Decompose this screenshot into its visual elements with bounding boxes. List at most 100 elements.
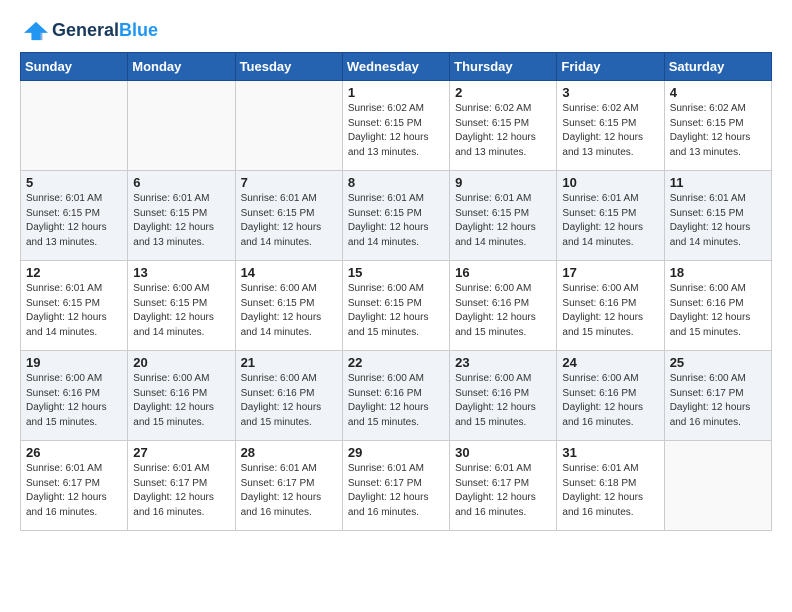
calendar-week-row: 1 Sunrise: 6:02 AM Sunset: 6:15 PM Daylig…	[21, 81, 772, 171]
calendar-day-cell: 1Sunrise: 6:02 AM Sunset: 6:15 PM Daylig…	[342, 81, 449, 171]
calendar-day-cell: 18Sunrise: 6:00 AM Sunset: 6:16 PM Dayli…	[664, 261, 771, 351]
day-info: Sunrise: 6:01 AM Sunset: 6:15 PM Dayligh…	[26, 282, 122, 340]
weekday-header-tuesday: Tuesday	[235, 53, 342, 81]
calendar-day-cell: 29 Sunrise: 6:01 AM Sunset: 6:17 PM Dayli…	[342, 441, 449, 531]
day-number: 29	[348, 445, 444, 460]
calendar-day-cell: 2 Sunrise: 6:02 AM Sunset: 6:15 PM Daylig…	[450, 81, 557, 171]
calendar-day-cell: 7Sunrise: 6:01 AM Sunset: 6:15 PM Daylig…	[235, 171, 342, 261]
day-info: Sunrise: 6:01 AM Sunset: 6:17 PM Dayligh…	[455, 462, 551, 520]
calendar-day-cell: 4 Sunrise: 6:02 AM Sunset: 6:15 PM Daylig…	[664, 81, 771, 171]
calendar-day-cell: 19Sunrise: 6:00 AM Sunset: 6:16 PM Dayli…	[21, 351, 128, 441]
day-number: 7	[241, 175, 337, 190]
day-info: Sunrise: 6:00 AM Sunset: 6:17 PM Dayligh…	[670, 372, 766, 430]
calendar-day-cell: 22 Sunrise: 6:00 AM Sunset: 6:16 PM Dayli…	[342, 351, 449, 441]
day-number: 5	[26, 175, 122, 190]
calendar-day-cell: 9Sunrise: 6:01 AM Sunset: 6:15 PM Daylig…	[450, 171, 557, 261]
day-info: Sunrise: 6:01 AM Sunset: 6:15 PM Dayligh…	[133, 192, 229, 250]
day-info: Sunrise: 6:01 AM Sunset: 6:17 PM Dayligh…	[133, 462, 229, 520]
calendar-day-cell: 15Sunrise: 6:00 AM Sunset: 6:15 PM Dayli…	[342, 261, 449, 351]
day-info: Sunrise: 6:00 AM Sunset: 6:15 PM Dayligh…	[241, 282, 337, 340]
calendar-day-cell	[664, 441, 771, 531]
day-info: Sunrise: 6:00 AM Sunset: 6:16 PM Dayligh…	[26, 372, 122, 430]
day-info: Sunrise: 6:01 AM Sunset: 6:17 PM Dayligh…	[348, 462, 444, 520]
calendar-day-cell: 11Sunrise: 6:01 AM Sunset: 6:15 PM Dayli…	[664, 171, 771, 261]
day-number: 9	[455, 175, 551, 190]
day-number: 2	[455, 85, 551, 100]
calendar-day-cell: 16 Sunrise: 6:00 AM Sunset: 6:16 PM Dayli…	[450, 261, 557, 351]
day-info: Sunrise: 6:00 AM Sunset: 6:15 PM Dayligh…	[133, 282, 229, 340]
calendar-day-cell: 24Sunrise: 6:00 AM Sunset: 6:16 PM Dayli…	[557, 351, 664, 441]
day-number: 21	[241, 355, 337, 370]
calendar-day-cell	[128, 81, 235, 171]
day-number: 3	[562, 85, 658, 100]
calendar-day-cell	[235, 81, 342, 171]
calendar-day-cell: 3 Sunrise: 6:02 AM Sunset: 6:15 PM Daylig…	[557, 81, 664, 171]
day-info: Sunrise: 6:01 AM Sunset: 6:15 PM Dayligh…	[348, 192, 444, 250]
day-number: 10	[562, 175, 658, 190]
day-number: 20	[133, 355, 229, 370]
calendar-week-row: 5 Sunrise: 6:01 AM Sunset: 6:15 PM Daylig…	[21, 171, 772, 261]
calendar-day-cell: 17Sunrise: 6:00 AM Sunset: 6:16 PM Dayli…	[557, 261, 664, 351]
day-number: 14	[241, 265, 337, 280]
day-number: 4	[670, 85, 766, 100]
day-number: 15	[348, 265, 444, 280]
day-info: Sunrise: 6:00 AM Sunset: 6:16 PM Dayligh…	[241, 372, 337, 430]
calendar-day-cell: 6 Sunrise: 6:01 AM Sunset: 6:15 PM Daylig…	[128, 171, 235, 261]
day-info: Sunrise: 6:01 AM Sunset: 6:18 PM Dayligh…	[562, 462, 658, 520]
day-number: 26	[26, 445, 122, 460]
weekday-header-row: SundayMondayTuesdayWednesdayThursdayFrid…	[21, 53, 772, 81]
calendar-day-cell: 23 Sunrise: 6:00 AM Sunset: 6:16 PM Dayli…	[450, 351, 557, 441]
day-info: Sunrise: 6:02 AM Sunset: 6:15 PM Dayligh…	[455, 102, 551, 160]
calendar-day-cell: 12 Sunrise: 6:01 AM Sunset: 6:15 PM Dayli…	[21, 261, 128, 351]
day-number: 17	[562, 265, 658, 280]
day-number: 16	[455, 265, 551, 280]
calendar-week-row: 26 Sunrise: 6:01 AM Sunset: 6:17 PM Dayli…	[21, 441, 772, 531]
day-number: 30	[455, 445, 551, 460]
logo-text: GeneralBlue	[52, 21, 158, 41]
calendar-day-cell: 20 Sunrise: 6:00 AM Sunset: 6:16 PM Dayli…	[128, 351, 235, 441]
weekday-header-saturday: Saturday	[664, 53, 771, 81]
day-number: 12	[26, 265, 122, 280]
day-info: Sunrise: 6:02 AM Sunset: 6:15 PM Dayligh…	[670, 102, 766, 160]
day-info: Sunrise: 6:00 AM Sunset: 6:16 PM Dayligh…	[133, 372, 229, 430]
weekday-header-monday: Monday	[128, 53, 235, 81]
day-number: 23	[455, 355, 551, 370]
calendar-day-cell: 14 Sunrise: 6:00 AM Sunset: 6:15 PM Dayli…	[235, 261, 342, 351]
calendar-day-cell: 31 Sunrise: 6:01 AM Sunset: 6:18 PM Dayli…	[557, 441, 664, 531]
calendar-week-row: 19Sunrise: 6:00 AM Sunset: 6:16 PM Dayli…	[21, 351, 772, 441]
weekday-header-sunday: Sunday	[21, 53, 128, 81]
day-number: 1	[348, 85, 444, 100]
day-number: 11	[670, 175, 766, 190]
day-info: Sunrise: 6:00 AM Sunset: 6:16 PM Dayligh…	[455, 372, 551, 430]
weekday-header-friday: Friday	[557, 53, 664, 81]
calendar-day-cell: 13 Sunrise: 6:00 AM Sunset: 6:15 PM Dayli…	[128, 261, 235, 351]
logo-icon	[22, 20, 50, 42]
logo: GeneralBlue	[20, 20, 158, 42]
calendar-day-cell: 27 Sunrise: 6:01 AM Sunset: 6:17 PM Dayli…	[128, 441, 235, 531]
calendar-day-cell: 5Sunrise: 6:01 AM Sunset: 6:15 PM Daylig…	[21, 171, 128, 261]
day-number: 6	[133, 175, 229, 190]
day-info: Sunrise: 6:01 AM Sunset: 6:15 PM Dayligh…	[562, 192, 658, 250]
day-number: 8	[348, 175, 444, 190]
day-info: Sunrise: 6:00 AM Sunset: 6:16 PM Dayligh…	[455, 282, 551, 340]
day-number: 27	[133, 445, 229, 460]
day-info: Sunrise: 6:01 AM Sunset: 6:17 PM Dayligh…	[241, 462, 337, 520]
day-number: 13	[133, 265, 229, 280]
calendar-table: SundayMondayTuesdayWednesdayThursdayFrid…	[20, 52, 772, 531]
calendar-week-row: 12 Sunrise: 6:01 AM Sunset: 6:15 PM Dayli…	[21, 261, 772, 351]
day-number: 31	[562, 445, 658, 460]
day-number: 24	[562, 355, 658, 370]
day-info: Sunrise: 6:00 AM Sunset: 6:16 PM Dayligh…	[348, 372, 444, 430]
day-number: 28	[241, 445, 337, 460]
calendar-day-cell: 28 Sunrise: 6:01 AM Sunset: 6:17 PM Dayli…	[235, 441, 342, 531]
calendar-day-cell: 30 Sunrise: 6:01 AM Sunset: 6:17 PM Dayli…	[450, 441, 557, 531]
calendar-day-cell: 25Sunrise: 6:00 AM Sunset: 6:17 PM Dayli…	[664, 351, 771, 441]
day-info: Sunrise: 6:00 AM Sunset: 6:16 PM Dayligh…	[670, 282, 766, 340]
weekday-header-wednesday: Wednesday	[342, 53, 449, 81]
day-info: Sunrise: 6:02 AM Sunset: 6:15 PM Dayligh…	[562, 102, 658, 160]
weekday-header-thursday: Thursday	[450, 53, 557, 81]
calendar-day-cell	[21, 81, 128, 171]
calendar-day-cell: 26 Sunrise: 6:01 AM Sunset: 6:17 PM Dayli…	[21, 441, 128, 531]
day-info: Sunrise: 6:01 AM Sunset: 6:17 PM Dayligh…	[26, 462, 122, 520]
day-number: 22	[348, 355, 444, 370]
